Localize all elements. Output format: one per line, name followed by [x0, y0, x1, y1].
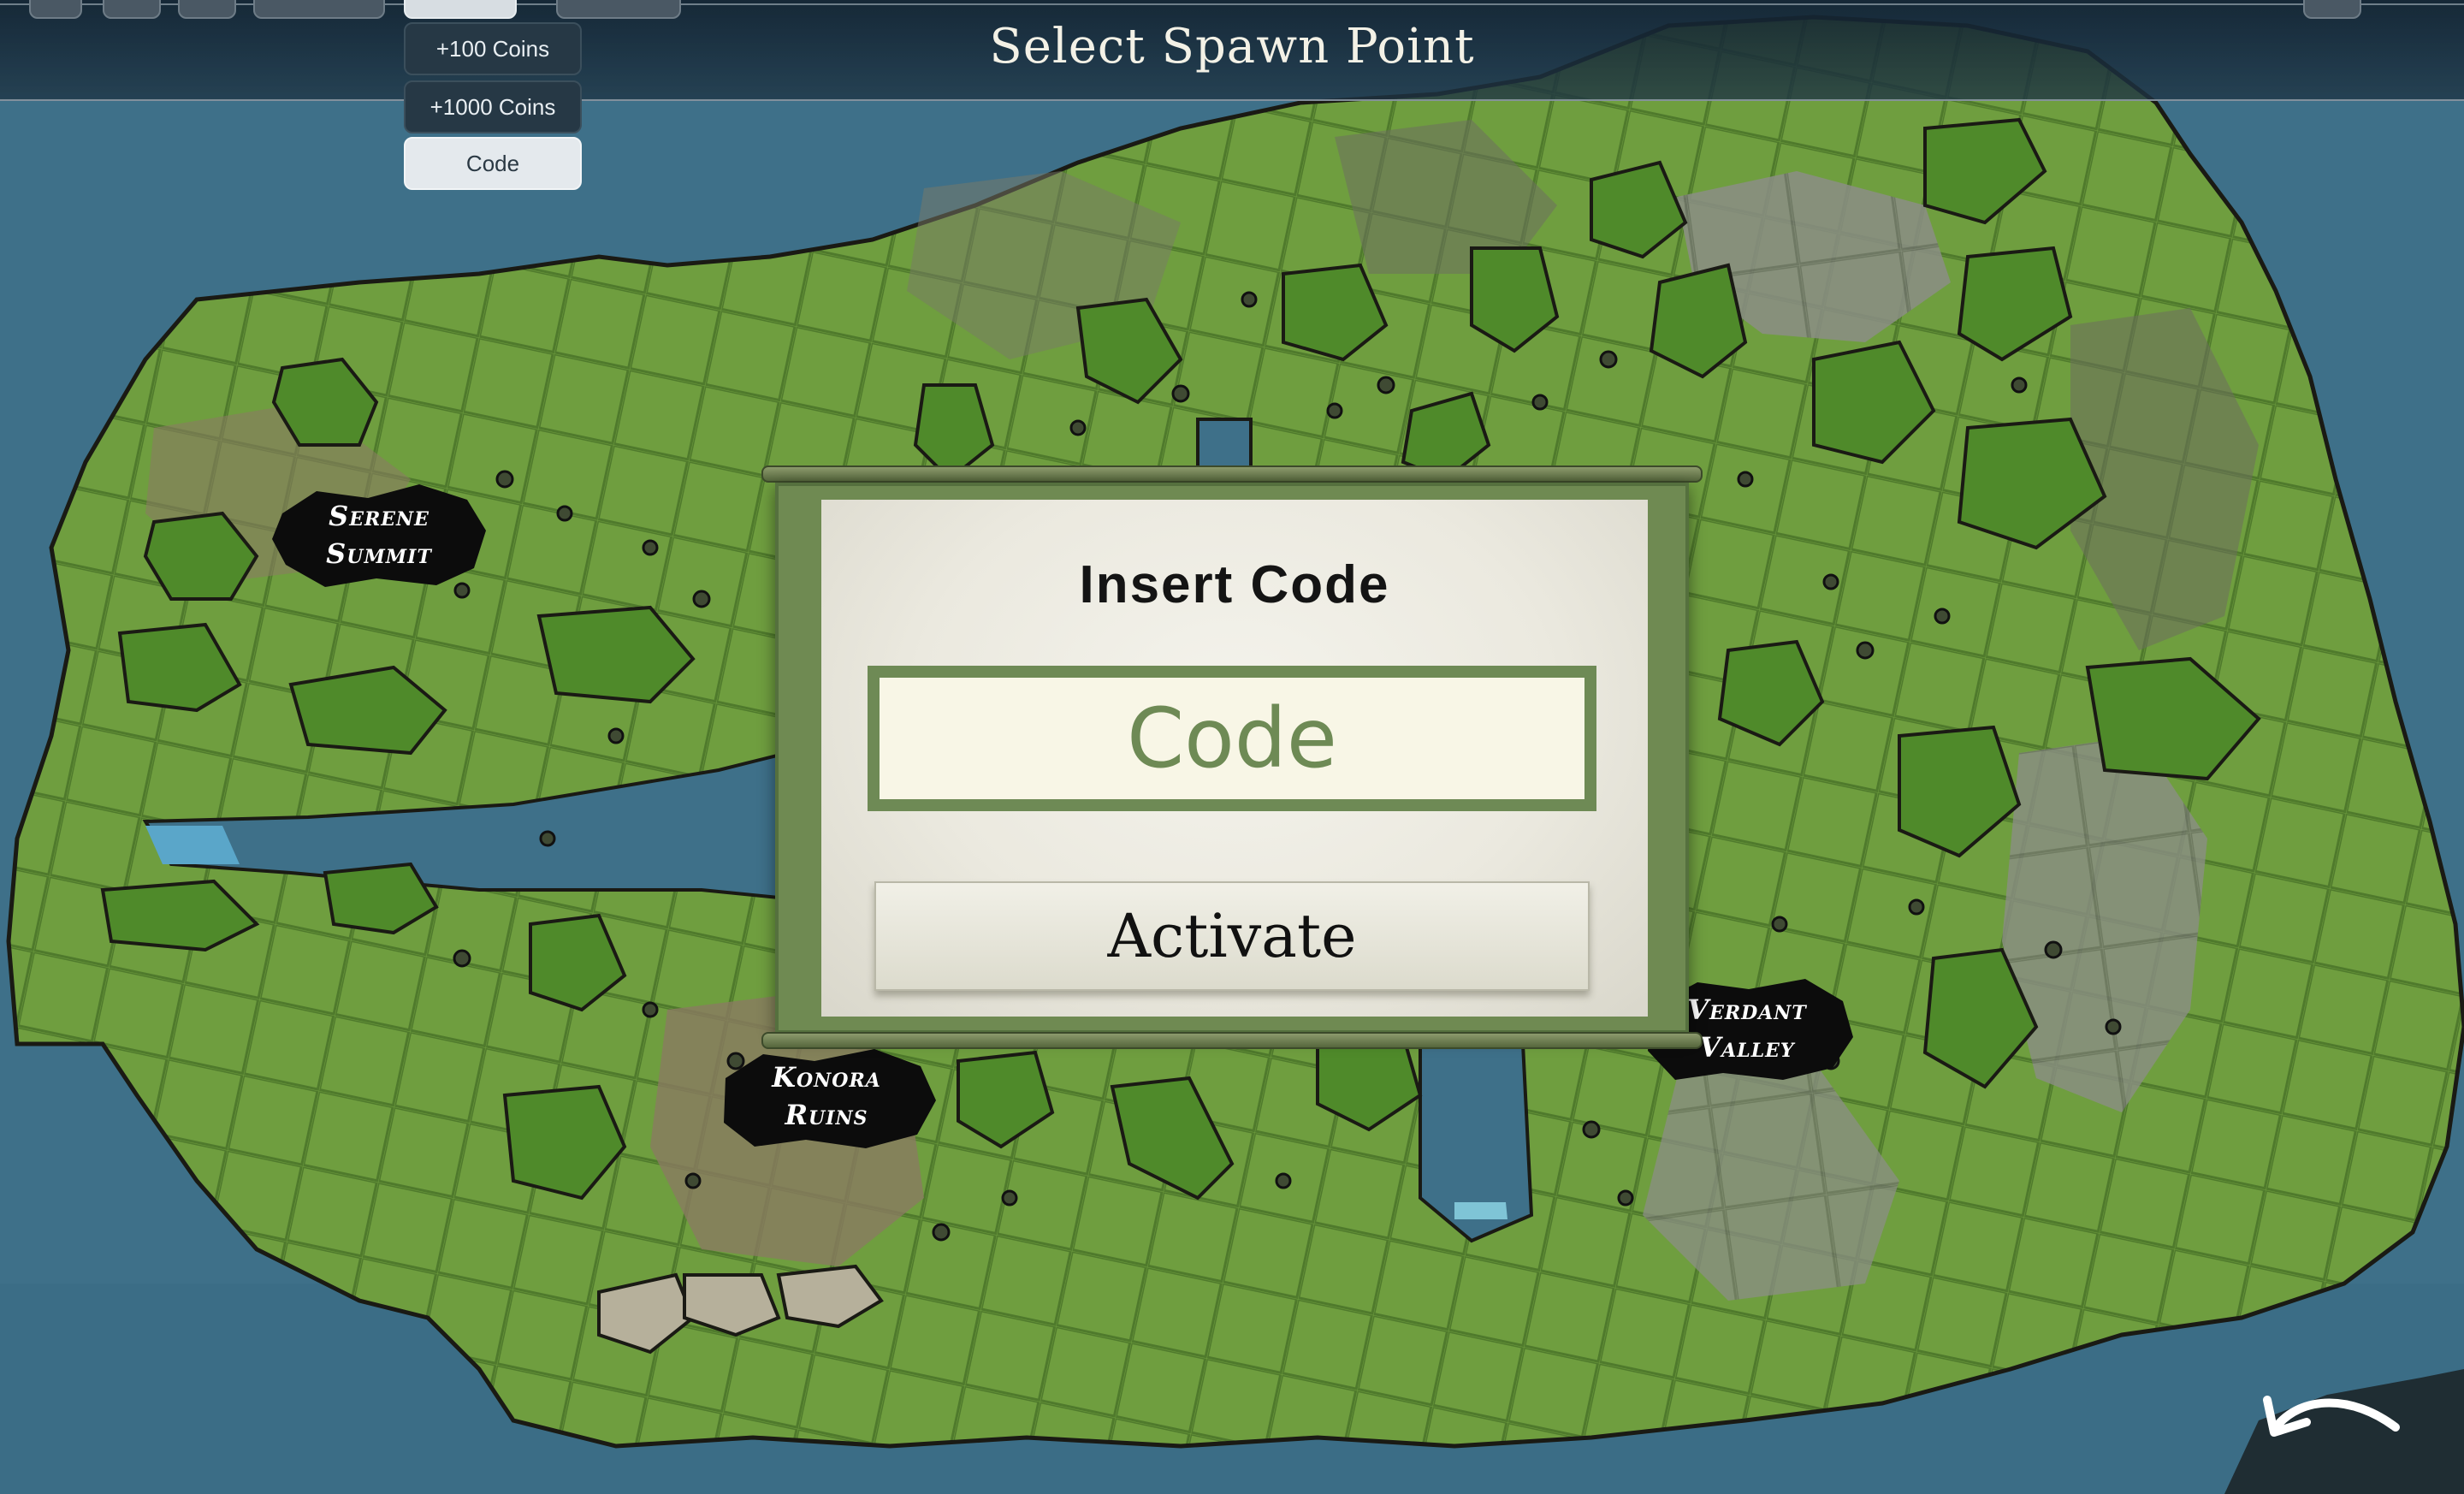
back-arrow-icon[interactable]	[2207, 1361, 2464, 1494]
spawn-konora-ruins[interactable]: Konora Ruins	[712, 1040, 941, 1152]
top-menu-button-1[interactable]	[29, 0, 82, 19]
activate-button[interactable]: Activate	[874, 881, 1590, 991]
scroll-bottom-rod	[761, 1032, 1703, 1049]
code-input[interactable]	[868, 666, 1596, 811]
top-menu-button-6[interactable]	[556, 0, 681, 19]
top-menu-button-3[interactable]	[178, 0, 236, 19]
code-button[interactable]: Code	[404, 137, 582, 190]
top-menu-button-4[interactable]	[253, 0, 385, 19]
page-title: Select Spawn Point	[989, 19, 1475, 74]
spawn-label: Serene Summit	[326, 500, 432, 570]
scroll-top-rod	[761, 465, 1703, 483]
spawn-label: Verdant Valley	[1687, 993, 1807, 1064]
spawn-serene-summit[interactable]: Serene Summit	[265, 479, 493, 590]
add-1000-coins-button[interactable]: +1000 Coins	[404, 80, 582, 133]
spawn-label: Konora Ruins	[772, 1061, 881, 1131]
top-menu-button-2[interactable]	[103, 0, 161, 19]
add-100-coins-button[interactable]: +100 Coins	[404, 22, 582, 75]
top-menu-button-5[interactable]	[404, 0, 517, 19]
top-menu-button-right[interactable]	[2303, 0, 2361, 19]
dialog-title: Insert Code	[1079, 555, 1390, 614]
code-dialog: Insert Code Activate	[821, 500, 1648, 1017]
game-screen: Select Spawn Point +100 Coins +1000 Coin…	[0, 0, 2464, 1494]
